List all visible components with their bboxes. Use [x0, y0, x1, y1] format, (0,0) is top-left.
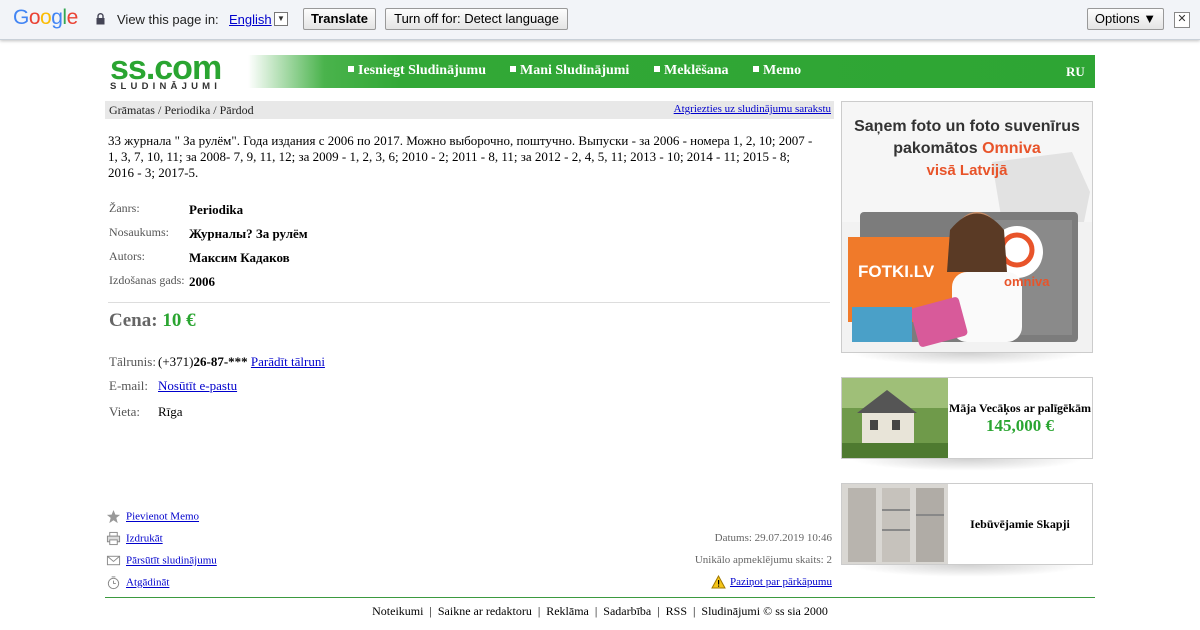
- remind-link[interactable]: Atgādināt: [126, 577, 169, 589]
- star-icon: [106, 509, 121, 524]
- phone-row: Tālrunis: (+371)26-87-*** Parādīt tālruni: [109, 354, 325, 370]
- house-ad-text: Māja Vecāķos ar palīgēkām 145,000 €: [948, 378, 1092, 458]
- remind-action[interactable]: Atgādināt: [106, 575, 169, 590]
- ad-shadow: [850, 459, 1084, 471]
- google-logo-letter: o: [28, 6, 41, 29]
- view-page-in-label: View this page in:: [117, 12, 219, 27]
- omniva-logo: omniva: [1004, 274, 1050, 289]
- square-bullet-icon: [654, 66, 660, 72]
- main-nav: Iesniegt Sludinājumu Mani Sludinājumi Me…: [248, 55, 1095, 88]
- logo-subtitle: SLUDINĀJUMI: [110, 81, 222, 92]
- google-logo-letter: e: [66, 6, 79, 29]
- print-action[interactable]: Izdrukāt: [106, 531, 163, 546]
- ad-shadow: [850, 353, 1084, 365]
- ad-headline: Saņem foto un foto suvenīrus pakomātos O…: [842, 116, 1092, 182]
- square-bullet-icon: [510, 66, 516, 72]
- email-label: E-mail:: [109, 378, 148, 393]
- options-button[interactable]: Options ▼: [1087, 8, 1164, 30]
- print-link[interactable]: Izdrukāt: [126, 533, 163, 545]
- square-bullet-icon: [753, 66, 759, 72]
- field-value: Журналы? За рулём: [189, 226, 308, 241]
- field-label: Nosaukums:: [109, 225, 169, 239]
- breadcrumb-path[interactable]: Grāmatas / Periodika / Pārdod: [109, 103, 254, 118]
- ad-headline-line2a: pakomātos: [893, 140, 983, 157]
- field-label: Autors:: [109, 249, 145, 263]
- report-link[interactable]: Paziņot par pārkāpumu: [730, 576, 832, 588]
- add-memo-action[interactable]: Pievienot Memo: [106, 509, 199, 524]
- fotki-logo: FOTKI.LV: [858, 262, 935, 281]
- field-label: Žanrs:: [109, 201, 140, 215]
- price-value: 10 €: [162, 310, 196, 331]
- ad-headline-line2: pakomātos Omniva: [842, 138, 1092, 160]
- divider: [108, 302, 830, 303]
- phone-prefix: (+371): [158, 354, 194, 369]
- wardrobe-ad-title: Iebūvējamie Skapji: [970, 516, 1070, 531]
- footer-links[interactable]: Noteikumi | Saikne ar redaktoru | Reklām…: [0, 604, 1200, 619]
- visit-count: Unikālo apmeklējumu skaits: 2: [694, 554, 832, 566]
- printer-icon: [106, 531, 121, 546]
- lock-icon: [96, 13, 105, 25]
- house-ad-price: 145,000 €: [986, 415, 1054, 435]
- wardrobe-ad[interactable]: Iebūvējamie Skapji: [841, 483, 1093, 565]
- email-row: E-mail: Nosūtīt e-pastu: [109, 378, 237, 394]
- nav-item-memo[interactable]: Memo: [753, 63, 801, 79]
- place-value: Rīga: [158, 404, 183, 419]
- close-icon[interactable]: ✕: [1174, 12, 1190, 28]
- translate-button[interactable]: Translate: [303, 8, 376, 30]
- wardrobe-ad-text: Iebūvējamie Skapji: [948, 484, 1092, 564]
- forward-link[interactable]: Pārsūtīt sludinājumu: [126, 555, 217, 567]
- omniva-ad-banner[interactable]: Saņem foto un foto suvenīrus pakomātos O…: [841, 101, 1093, 353]
- back-to-list-link[interactable]: Atgriezties uz sludinājumu sarakstu: [674, 103, 831, 115]
- field-value: 2006: [189, 274, 215, 289]
- house-ad-title: Māja Vecāķos ar palīgēkām: [948, 400, 1092, 415]
- place-row: Vieta: Rīga: [109, 404, 183, 420]
- google-logo-letter: g: [51, 6, 63, 29]
- ad-headline-brand: Omniva: [982, 140, 1041, 157]
- ad-headline-line1: Saņem foto un foto suvenīrus: [854, 118, 1080, 135]
- post-date: Datums: 29.07.2019 10:46: [714, 532, 832, 544]
- show-phone-link[interactable]: Parādīt tālruni: [251, 354, 325, 369]
- google-logo: Google: [13, 6, 78, 30]
- square-bullet-icon: [348, 66, 354, 72]
- ad-headline-line3: visā Latvijā: [926, 162, 1008, 179]
- report-violation[interactable]: Paziņot par pārkāpumu: [711, 574, 832, 589]
- language-link[interactable]: English: [229, 12, 272, 27]
- site-logo[interactable]: ss.com SLUDINĀJUMI: [110, 49, 222, 92]
- field-label: Izdošanas gads:: [109, 273, 185, 287]
- field-value: Periodika: [189, 202, 244, 217]
- translate-bar: Google View this page in: English ▼ Tran…: [0, 0, 1200, 40]
- envelope-icon: [106, 555, 121, 566]
- field-value: Максим Кадаков: [189, 250, 290, 265]
- nav-item-submit[interactable]: Iesniegt Sludinājumu: [348, 63, 486, 79]
- price-label: Cena:: [109, 310, 158, 331]
- lang-switch-ru[interactable]: RU: [1066, 64, 1085, 80]
- phone-label: Tālrunis:: [109, 354, 156, 369]
- house-ad[interactable]: Māja Vecāķos ar palīgēkām 145,000 €: [841, 377, 1093, 459]
- turn-off-button[interactable]: Turn off for: Detect language: [385, 8, 568, 30]
- price: Cena: 10 €: [109, 310, 196, 332]
- send-email-link[interactable]: Nosūtīt e-pastu: [158, 378, 237, 393]
- nav-item-my-ads[interactable]: Mani Sludinājumi: [510, 63, 629, 79]
- footer-divider: [105, 597, 1095, 598]
- warning-icon: [711, 574, 726, 589]
- add-memo-link[interactable]: Pievienot Memo: [126, 511, 199, 523]
- chevron-down-icon[interactable]: ▼: [274, 12, 288, 26]
- forward-action[interactable]: Pārsūtīt sludinājumu: [106, 553, 217, 568]
- google-logo-letter: G: [13, 6, 29, 29]
- place-label: Vieta:: [109, 404, 140, 419]
- nav-item-search[interactable]: Meklēšana: [654, 63, 729, 79]
- house-photo: [842, 378, 948, 458]
- wardrobe-photo: [842, 484, 948, 564]
- phone-number: 26-87-***: [193, 354, 248, 369]
- ad-shadow: [850, 565, 1084, 577]
- listing-description: 33 журнала " За рулём". Года издания с 2…: [108, 133, 813, 180]
- alarm-clock-icon: [107, 576, 120, 590]
- google-logo-letter: o: [40, 6, 52, 29]
- logo-text: ss.com: [110, 49, 222, 87]
- breadcrumb: Grāmatas / Periodika / Pārdod Atgrieztie…: [105, 101, 834, 119]
